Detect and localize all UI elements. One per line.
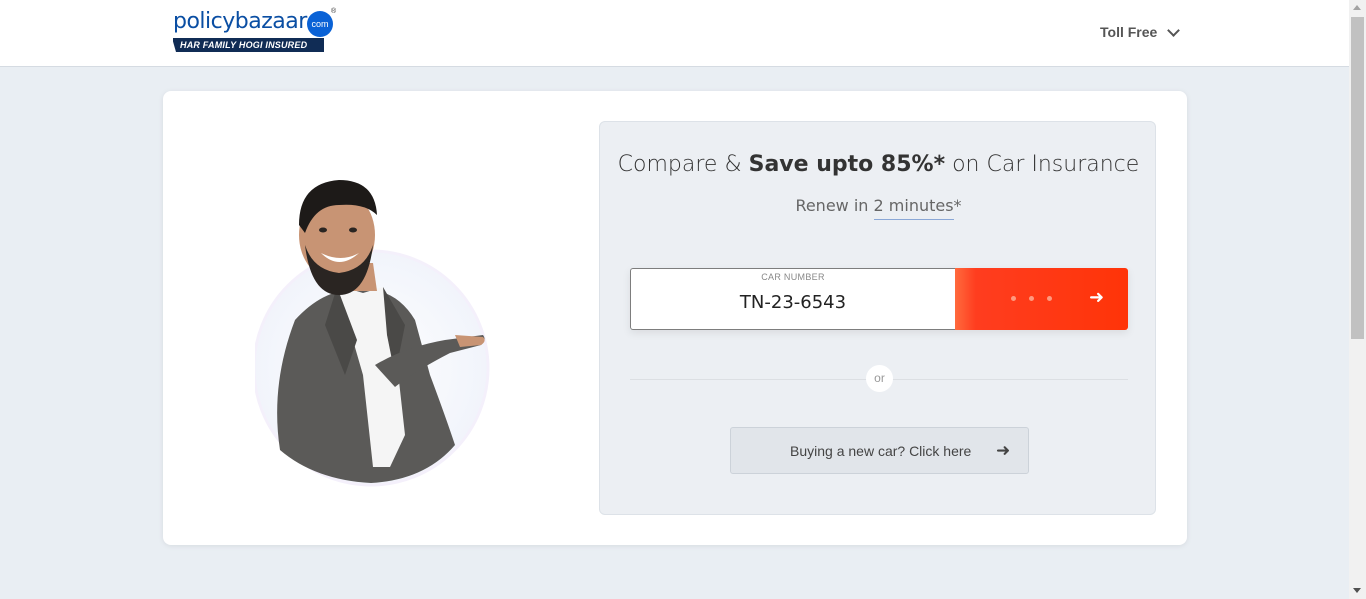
logo-wordmark: policybazaar — [173, 9, 307, 34]
spokesperson-image — [255, 180, 490, 487]
arrow-right-icon: ➜ — [996, 441, 1011, 460]
car-number-field-wrapper: CAR NUMBER — [630, 268, 955, 330]
logo-registered-mark: ® — [331, 8, 337, 15]
page-title: Compare & Save upto 85%* on Car Insuranc… — [617, 152, 1140, 177]
toll-free-label: Toll Free — [1100, 24, 1158, 40]
policybazaar-logo[interactable]: policybazaar com ® HAR FAMILY HOGI INSUR… — [172, 8, 338, 55]
new-car-label: Buying a new car? Click here — [790, 442, 972, 459]
logo-com-badge: com — [307, 11, 333, 37]
new-car-button[interactable]: Buying a new car? Click here ➜ — [730, 427, 1029, 474]
or-separator: or — [866, 365, 893, 392]
arrow-right-icon: ➜ — [1089, 287, 1105, 307]
renew-time-highlight: 2 minutes — [873, 196, 954, 220]
scroll-down-arrow-icon[interactable] — [1353, 588, 1361, 593]
toll-free-dropdown[interactable]: Toll Free — [1100, 23, 1181, 40]
car-number-form: CAR NUMBER ➜ — [630, 268, 1128, 330]
headline-highlight: Save upto 85%* — [748, 152, 946, 177]
chevron-down-icon — [1167, 23, 1181, 37]
view-prices-button[interactable]: ➜ — [955, 268, 1128, 330]
renewal-panel: Compare & Save upto 85%* on Car Insuranc… — [599, 121, 1156, 515]
scrollbar-thumb[interactable] — [1351, 17, 1364, 339]
renew-subtitle: Renew in 2 minutes* — [600, 196, 1157, 220]
top-header: policybazaar com ® HAR FAMILY HOGI INSUR… — [0, 0, 1349, 67]
car-number-label: CAR NUMBER — [761, 272, 825, 282]
loading-dots-icon — [1011, 296, 1052, 301]
page-scrollbar[interactable] — [1349, 0, 1366, 599]
scroll-up-arrow-icon[interactable] — [1353, 5, 1361, 10]
car-number-input[interactable] — [631, 287, 955, 317]
logo-tagline: HAR FAMILY HOGI INSURED — [172, 38, 324, 52]
